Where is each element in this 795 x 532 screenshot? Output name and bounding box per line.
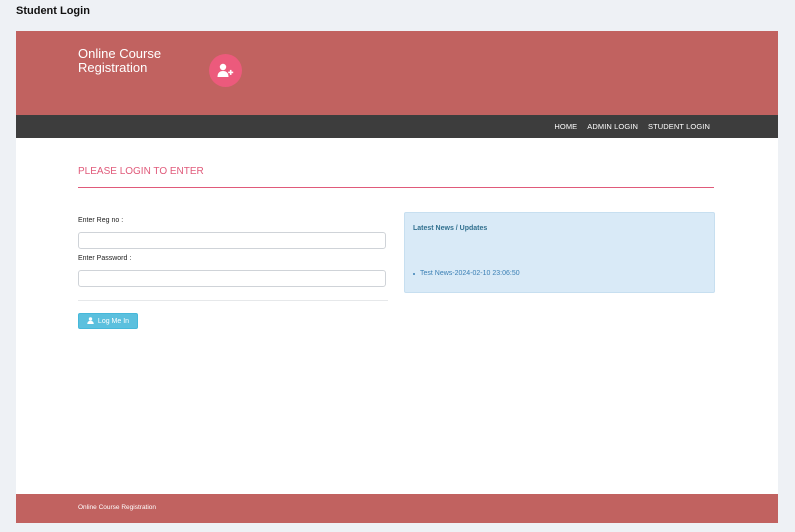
site-footer: Online Course Registration xyxy=(16,494,778,523)
bullet-icon xyxy=(413,272,415,275)
news-item[interactable]: Test News-2024-02-10 23:06:50 xyxy=(413,270,520,277)
log-me-in-button[interactable]: Log Me In xyxy=(78,313,138,329)
heading-divider xyxy=(78,187,714,188)
browser-viewport: Online Course Registration HOME ADMIN LO… xyxy=(16,31,778,523)
news-item-text: Test News-2024-02-10 23:06:50 xyxy=(420,270,520,277)
reg-no-label: Enter Reg no : xyxy=(78,217,124,224)
news-title: Latest News / Updates xyxy=(413,225,488,232)
news-list: Test News-2024-02-10 23:06:50 xyxy=(413,270,520,277)
window-title: Student Login xyxy=(16,5,90,17)
footer-text: Online Course Registration xyxy=(78,504,157,511)
brand-line-1: Online Course xyxy=(78,46,162,61)
news-panel: Latest News / Updates Test News-2024-02-… xyxy=(404,212,715,293)
site-header: Online Course Registration xyxy=(16,31,778,115)
main-content: PLEASE LOGIN TO ENTER Enter Reg no : Ent… xyxy=(16,138,778,493)
brand-line-2: Registration xyxy=(78,60,148,75)
top-nav: HOME ADMIN LOGIN STUDENT LOGIN xyxy=(16,115,778,138)
form-divider xyxy=(78,300,388,301)
nav-student-login[interactable]: STUDENT LOGIN xyxy=(648,122,710,131)
nav-home[interactable]: HOME xyxy=(554,122,577,131)
add-user-icon xyxy=(209,54,242,87)
password-input[interactable] xyxy=(78,270,386,287)
password-label: Enter Password : xyxy=(78,255,132,262)
nav-admin-login[interactable]: ADMIN LOGIN xyxy=(587,122,638,131)
user-icon xyxy=(87,316,94,326)
reg-no-input[interactable] xyxy=(78,232,386,249)
log-me-in-label: Log Me In xyxy=(97,317,130,325)
page-heading: PLEASE LOGIN TO ENTER xyxy=(78,166,204,177)
site-brand[interactable]: Online Course Registration xyxy=(78,47,161,75)
